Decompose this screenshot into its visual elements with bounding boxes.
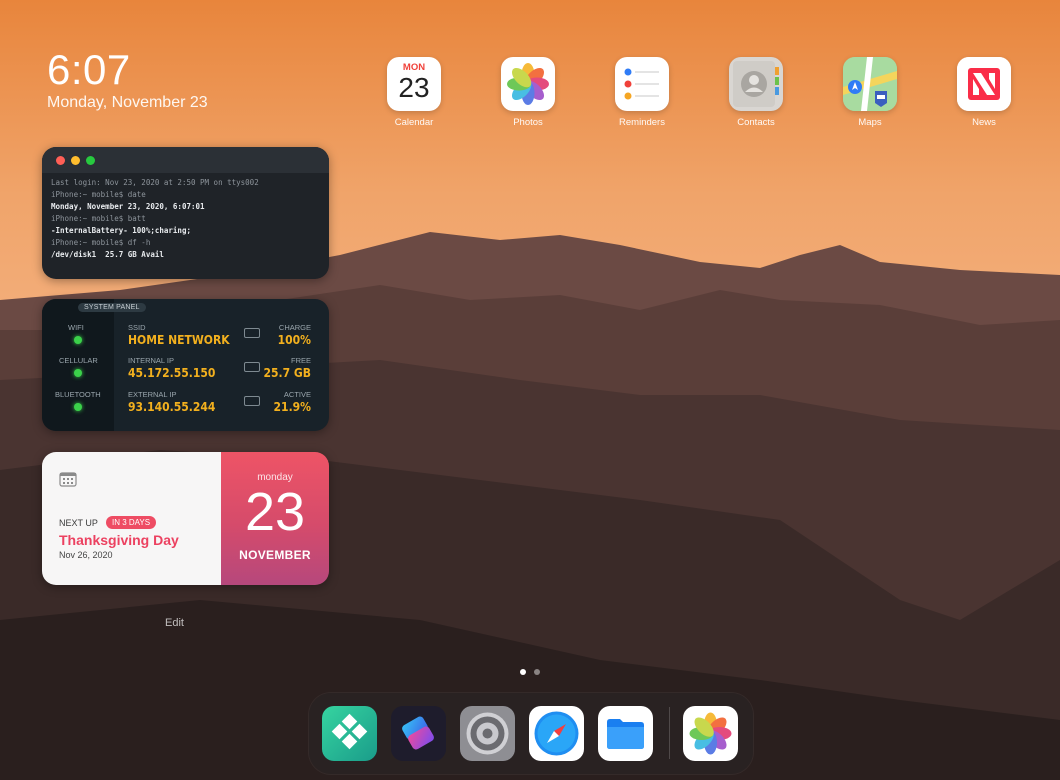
calendar-icon: MON 23	[387, 57, 441, 111]
free-label: FREE	[290, 356, 311, 365]
app-calendar[interactable]: MON 23 Calendar	[374, 57, 454, 128]
app-contacts[interactable]: Contacts	[716, 57, 796, 128]
close-dot-icon	[56, 156, 65, 165]
battery-icon	[244, 328, 260, 338]
internal-ip-label: INTERNAL IP	[128, 356, 174, 365]
zoom-dot-icon	[86, 156, 95, 165]
settings-icon	[466, 712, 509, 755]
dock-files-app[interactable]	[598, 706, 653, 761]
system-panel-widget[interactable]: SYSTEM PANEL WIFI CELLULAR BLUETOOTH SSI…	[42, 299, 329, 431]
internal-ip-value: 45.172.55.150	[128, 366, 216, 380]
terminal-line: iPhone:~ mobile$ date	[51, 190, 146, 199]
minimize-dot-icon	[71, 156, 80, 165]
terminal-line: /dev/disk1 25.7 GB Avail	[51, 250, 164, 259]
app-label: News	[972, 117, 996, 128]
clock-widget: 6:07 Monday, November 23	[47, 48, 208, 112]
dock	[309, 693, 753, 774]
event-title: Thanksgiving Day	[59, 532, 179, 548]
bluetooth-label: BLUETOOTH	[55, 390, 101, 399]
files-icon	[607, 719, 644, 749]
calendar-small-icon	[59, 472, 77, 487]
app-label: Maps	[858, 117, 882, 128]
cellular-label: CELLULAR	[59, 356, 98, 365]
wifi-status-led	[74, 336, 82, 344]
photos-icon	[689, 712, 732, 755]
free-value: 25.7 GB	[263, 366, 311, 380]
ssid-value: HOME NETWORK	[128, 333, 230, 347]
terminal-titlebar	[42, 147, 329, 173]
active-label: ACTIVE	[283, 390, 311, 399]
ssid-label: SSID	[128, 323, 146, 332]
charge-label: CHARGE	[278, 323, 311, 332]
external-ip-value: 93.140.55.244	[128, 400, 216, 414]
terminal-line: -InternalBattery- 100%;charing;	[51, 226, 191, 235]
shortcuts-icon	[402, 716, 434, 750]
app-label: Contacts	[737, 117, 775, 128]
connectivity-column	[42, 299, 114, 431]
current-time: 6:07	[47, 46, 131, 93]
app-reminders[interactable]: Reminders	[602, 57, 682, 128]
dock-separator	[669, 707, 670, 759]
terminal-line: Monday, November 23, 2020, 6:07:01	[51, 202, 205, 211]
calendar-icon-day: 23	[398, 72, 430, 103]
safari-icon	[534, 711, 579, 756]
day-number: 23	[244, 482, 306, 542]
app-label: Photos	[513, 117, 543, 128]
app-news[interactable]: News	[944, 57, 1024, 128]
next-up-label: NEXT UP	[59, 518, 98, 528]
photos-icon	[501, 57, 555, 111]
terminal-line: iPhone:~ mobile$ batt	[51, 214, 146, 223]
dock-safari-app[interactable]	[529, 706, 584, 761]
disk-icon	[244, 362, 260, 372]
page-indicator[interactable]	[520, 662, 548, 680]
external-ip-label: EXTERNAL IP	[128, 390, 177, 399]
dock-settings-app[interactable]	[460, 706, 515, 761]
shortcuts-alt-icon	[331, 713, 368, 750]
edit-widgets-button[interactable]: Edit	[165, 617, 184, 629]
today-panel: monday 23 NOVEMBER	[221, 452, 329, 585]
app-label: Reminders	[619, 117, 665, 128]
cpu-icon	[244, 396, 260, 406]
app-label: Calendar	[394, 117, 434, 128]
terminal-widget[interactable]: Last login: Nov 23, 2020 at 2:50 PM on t…	[42, 147, 329, 279]
terminal-output: Last login: Nov 23, 2020 at 2:50 PM on t…	[42, 173, 329, 265]
charge-value: 100%	[277, 333, 311, 347]
page-dot-active[interactable]	[520, 669, 526, 675]
bluetooth-status-led	[74, 403, 82, 411]
page-dot[interactable]	[534, 669, 540, 675]
dock-shortcuts-app[interactable]	[391, 706, 446, 761]
calendar-widget[interactable]: NEXT UP IN 3 DAYS Thanksgiving Day Nov 2…	[42, 452, 329, 585]
dock-shortcuts-alt-app[interactable]	[322, 706, 377, 761]
active-value: 21.9%	[273, 400, 311, 414]
reminders-icon	[615, 57, 669, 111]
dock-photos-app[interactable]	[683, 706, 738, 761]
month-label: NOVEMBER	[239, 548, 311, 562]
system-panel-tag: SYSTEM PANEL	[78, 303, 146, 312]
cellular-status-led	[74, 369, 82, 377]
wifi-label: WIFI	[68, 323, 84, 332]
news-icon	[957, 57, 1011, 111]
app-maps[interactable]: Maps	[830, 57, 910, 128]
days-until-badge: IN 3 DAYS	[106, 516, 157, 529]
terminal-line: Last login: Nov 23, 2020 at 2:50 PM on t…	[51, 178, 259, 187]
up-next-panel: NEXT UP IN 3 DAYS Thanksgiving Day Nov 2…	[42, 452, 221, 585]
current-date: Monday, November 23	[47, 94, 208, 111]
maps-icon	[843, 57, 897, 111]
terminal-line: iPhone:~ mobile$ df -h	[51, 238, 151, 247]
event-date: Nov 26, 2020	[59, 550, 113, 560]
contacts-icon	[729, 57, 783, 111]
app-photos[interactable]: Photos	[488, 57, 568, 128]
